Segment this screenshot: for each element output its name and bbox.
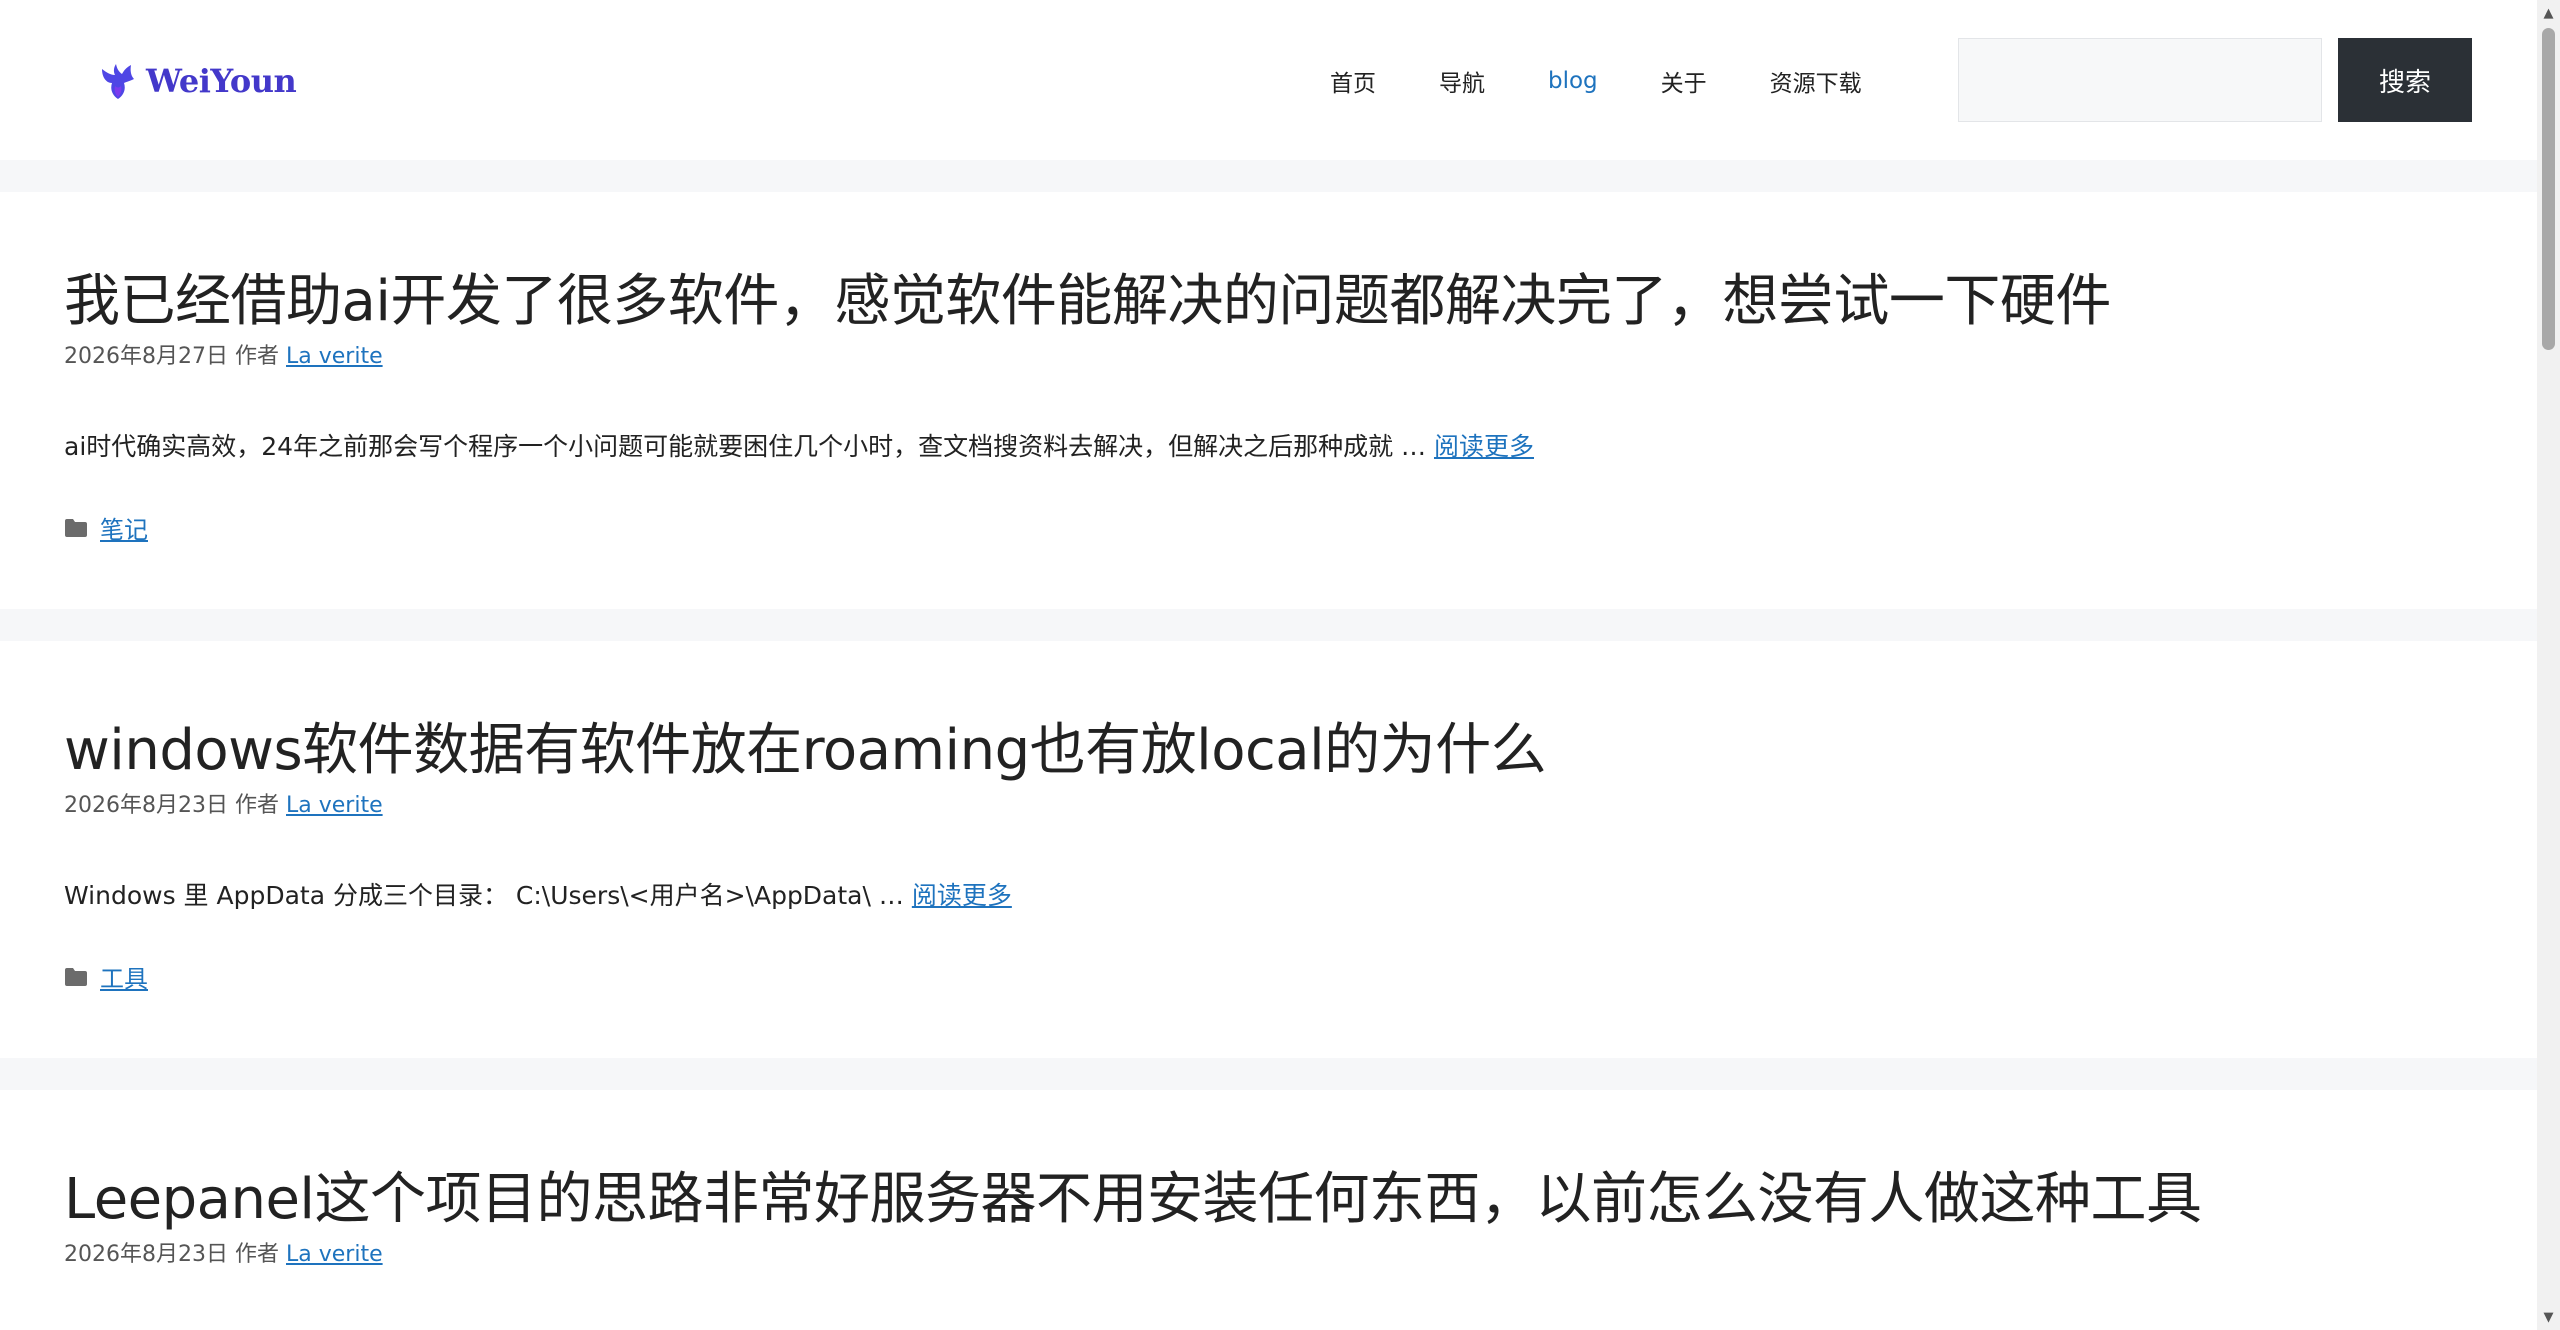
author-prefix: 作者 (234, 344, 279, 369)
post-meta: 2026年8月23日 作者 La verite (64, 1236, 383, 1268)
main-nav: 首页 导航 blog 关于 资源下载 (1330, 56, 1925, 106)
post-date: 2026年8月23日 (64, 793, 228, 818)
phoenix-logo-icon (102, 64, 134, 99)
read-more-link[interactable]: 阅读更多 (912, 881, 1012, 910)
post-card: 我已经借助ai开发了很多软件，感觉软件能解决的问题都解决完了，想尝试一下硬件 2… (0, 192, 2537, 609)
post-category: 笔记 (64, 510, 148, 545)
site-header: WeiYoun 首页 导航 blog 关于 资源下载 搜索 (0, 0, 2537, 160)
section-divider (0, 1058, 2537, 1090)
category-link[interactable]: 笔记 (100, 510, 148, 545)
post-card: Leepanel这个项目的思路非常好服务器不用安装任何东西，以前怎么没有人做这种… (0, 1090, 2537, 1330)
author-prefix: 作者 (234, 793, 279, 818)
scrollbar-thumb[interactable] (2542, 28, 2555, 350)
site-logo[interactable]: WeiYoun (98, 56, 297, 106)
section-divider (0, 160, 2537, 192)
nav-item-home[interactable]: 首页 (1330, 64, 1376, 98)
post-date: 2026年8月27日 (64, 344, 228, 369)
author-prefix: 作者 (234, 1242, 279, 1267)
read-more-link[interactable]: 阅读更多 (1434, 432, 1534, 461)
post-category: 工具 (64, 959, 148, 994)
nav-item-about[interactable]: 关于 (1661, 64, 1707, 98)
excerpt-text: ai时代确实高效，24年之前那会写个程序一个小问题可能就要困住几个小时，查文档搜… (64, 432, 1434, 461)
browser-viewport: WeiYoun 首页 导航 blog 关于 资源下载 搜索 我已经借助ai开发了… (0, 0, 2560, 1330)
logo-text: WeiYoun (146, 62, 297, 100)
post-card: windows软件数据有软件放在roaming也有放local的为什么 2026… (0, 641, 2537, 1058)
nav-item-downloads[interactable]: 资源下载 (1770, 64, 1862, 98)
page-scrollbar[interactable]: ▲ ▼ (2537, 0, 2560, 1330)
search-input[interactable] (1958, 38, 2322, 122)
post-date: 2026年8月23日 (64, 1242, 228, 1267)
nav-item-navigation[interactable]: 导航 (1439, 64, 1485, 98)
scroll-up-arrow-icon[interactable]: ▲ (2541, 6, 2556, 21)
post-meta: 2026年8月23日 作者 La verite (64, 787, 383, 819)
folder-icon (65, 518, 87, 537)
post-excerpt: Windows 里 AppData 分成三个目录： C:\Users\<用户名>… (64, 876, 1012, 912)
author-link[interactable]: La verite (286, 344, 383, 369)
post-title[interactable]: windows软件数据有软件放在roaming也有放local的为什么 (64, 705, 1547, 786)
post-excerpt: ai时代确实高效，24年之前那会写个程序一个小问题可能就要困住几个小时，查文档搜… (64, 427, 1534, 463)
search-button[interactable]: 搜索 (2338, 38, 2472, 122)
post-title[interactable]: Leepanel这个项目的思路非常好服务器不用安装任何东西，以前怎么没有人做这种… (64, 1154, 2202, 1235)
section-divider (0, 609, 2537, 641)
post-title[interactable]: 我已经借助ai开发了很多软件，感觉软件能解决的问题都解决完了，想尝试一下硬件 (64, 256, 2111, 337)
author-link[interactable]: La verite (286, 1242, 383, 1267)
folder-icon (65, 967, 87, 986)
nav-item-blog[interactable]: blog (1548, 68, 1598, 94)
category-link[interactable]: 工具 (100, 959, 148, 994)
author-link[interactable]: La verite (286, 793, 383, 818)
scroll-down-arrow-icon[interactable]: ▼ (2541, 1310, 2556, 1325)
excerpt-text: Windows 里 AppData 分成三个目录： C:\Users\<用户名>… (64, 881, 912, 910)
post-meta: 2026年8月27日 作者 La verite (64, 338, 383, 370)
